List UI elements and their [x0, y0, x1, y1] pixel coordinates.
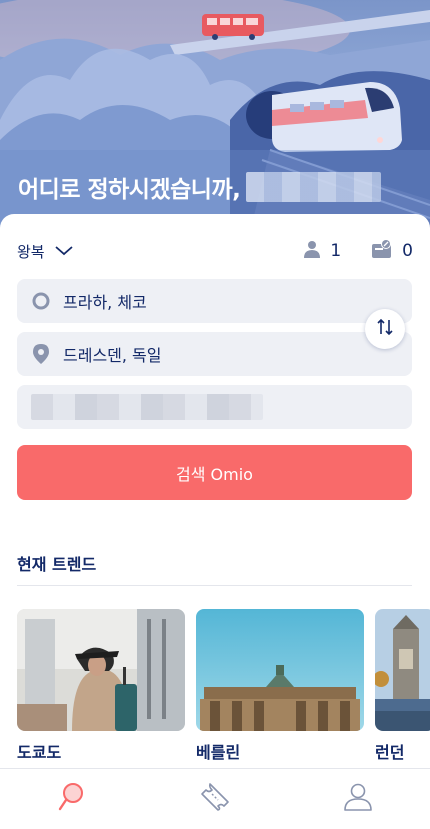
- redacted-date: [31, 394, 263, 420]
- nav-search[interactable]: [56, 783, 88, 815]
- origin-value: 프라하, 체코: [63, 293, 147, 312]
- origin-field[interactable]: 프라하, 체코: [17, 279, 412, 323]
- trend-label: 베를린: [196, 743, 241, 762]
- trend-label: 도쿄도: [17, 743, 62, 762]
- train-illustration: [272, 82, 402, 152]
- profile-icon: [343, 782, 373, 816]
- trend-card-berlin[interactable]: 베를린: [196, 609, 364, 763]
- trend-card-tokyo[interactable]: 도쿄도: [17, 609, 185, 763]
- hero-title-text: 어디로 정하시겠습니까,: [18, 177, 241, 203]
- destination-value: 드레스덴, 독일: [63, 346, 162, 365]
- chevron-down-icon: [55, 242, 73, 260]
- nav-tickets[interactable]: [199, 783, 231, 815]
- person-icon: [303, 240, 321, 263]
- trip-options-row: 왕복 1 0: [17, 238, 413, 264]
- ticket-icon: [200, 782, 230, 816]
- divider: [17, 585, 412, 586]
- trend-card-london[interactable]: 런던: [375, 609, 430, 763]
- redacted-username: [246, 172, 382, 202]
- date-field[interactable]: [17, 385, 412, 429]
- trend-label: 런던: [375, 743, 405, 762]
- discount-card-icon: [371, 238, 393, 264]
- search-button[interactable]: 검색 Omio: [17, 445, 412, 500]
- trend-image-tokyo: [17, 609, 185, 731]
- origin-circle-icon: [31, 291, 51, 311]
- trip-type-selector[interactable]: 왕복: [17, 241, 73, 262]
- discount-card-selector[interactable]: 0: [371, 238, 413, 264]
- location-pin-icon: [31, 344, 51, 364]
- hero-title: 어디로 정하시겠습니까,: [18, 170, 382, 204]
- search-icon: [58, 782, 86, 816]
- hero-banner: 어디로 정하시겠습니까,: [0, 0, 430, 232]
- trend-image-london: [375, 609, 430, 731]
- bottom-nav: [0, 768, 430, 829]
- destination-field[interactable]: 드레스덴, 독일: [17, 332, 412, 376]
- swap-arrows-icon: [375, 317, 395, 341]
- search-sheet: 왕복 1 0 프라하, 체코 드레스덴, 독일 검색 Omio 현재 트렌드 도…: [0, 214, 430, 829]
- trends-title: 현재 트렌드: [17, 555, 97, 574]
- trip-type-label: 왕복: [17, 242, 45, 261]
- counters: 1 0: [303, 238, 413, 264]
- nav-profile[interactable]: [342, 783, 374, 815]
- passenger-count: 1: [330, 241, 342, 261]
- passenger-selector[interactable]: 1: [303, 240, 341, 263]
- swap-locations-button[interactable]: [365, 309, 405, 349]
- discount-card-count: 0: [402, 241, 413, 261]
- trend-image-berlin: [196, 609, 364, 731]
